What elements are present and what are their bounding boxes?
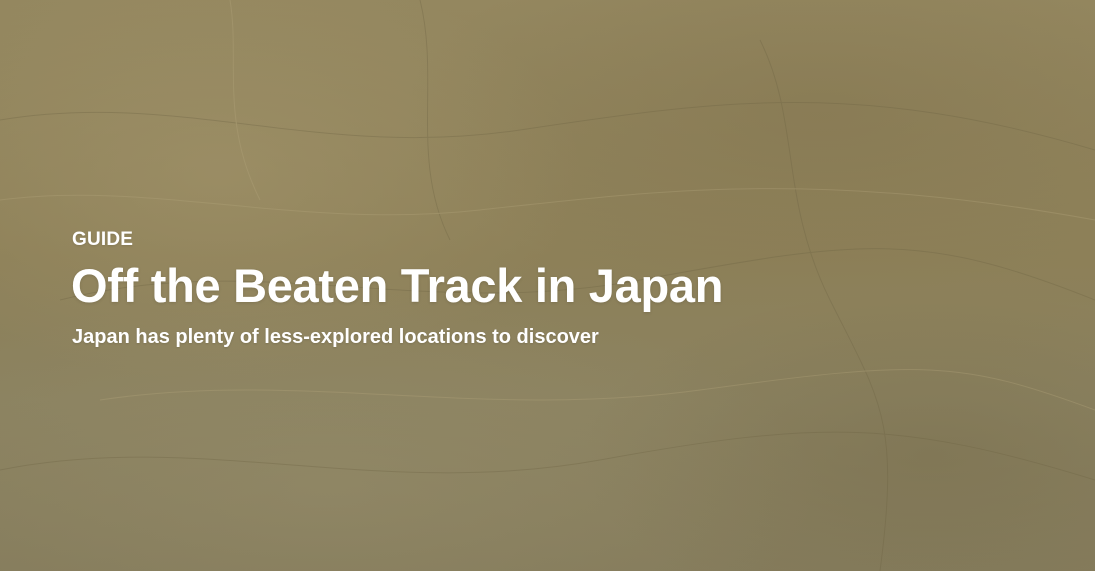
category-label: GUIDE — [72, 229, 134, 250]
hero-content: GUIDE Off the Beaten Track in Japan Japa… — [71, 228, 724, 350]
page-title: Off the Beaten Track in Japan — [71, 259, 724, 312]
hero-banner: GUIDE Off the Beaten Track in Japan Japa… — [0, 0, 1095, 571]
page-subtitle: Japan has plenty of less-explored locati… — [72, 326, 599, 348]
